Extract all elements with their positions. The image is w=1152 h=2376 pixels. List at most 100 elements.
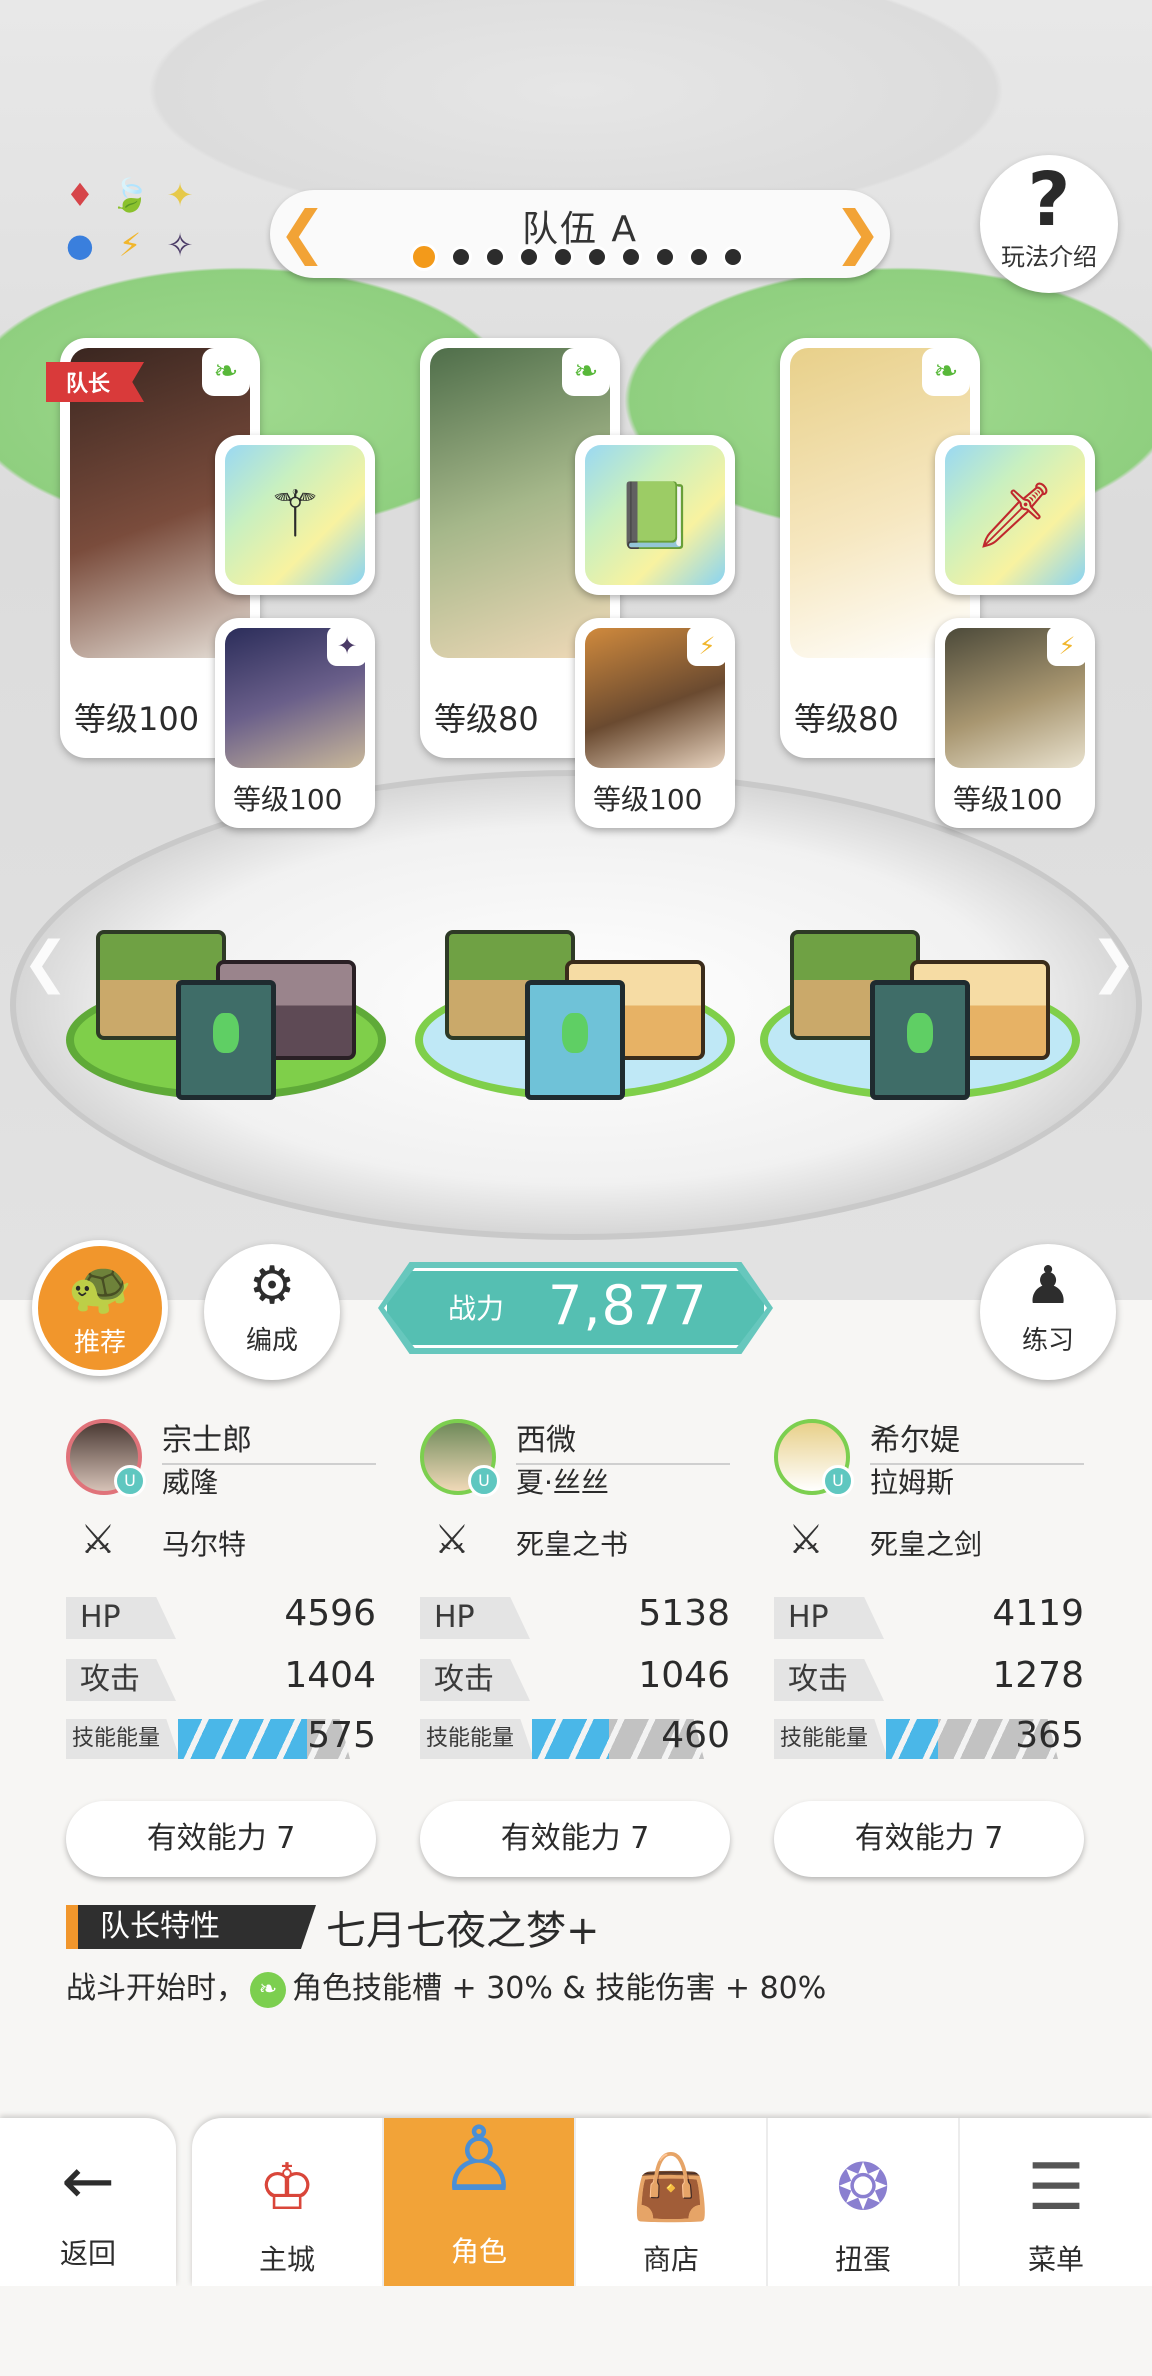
thunder-element-icon: ⚡ — [118, 226, 142, 264]
team-dot[interactable] — [552, 246, 574, 268]
character-header[interactable]: U 希尔媞 拉姆斯 — [774, 1415, 1084, 1507]
character-pedestal-1[interactable] — [66, 900, 386, 1100]
menu-list-icon: ☰ — [1027, 2151, 1085, 2225]
team-dot[interactable] — [654, 246, 676, 268]
team-dot[interactable] — [518, 246, 540, 268]
help-label: 玩法介绍 — [1001, 243, 1097, 271]
sub-character-name: 拉姆斯 — [870, 1466, 955, 1499]
team-dot[interactable] — [620, 246, 642, 268]
team-dot[interactable] — [722, 246, 744, 268]
team-dot[interactable] — [450, 246, 472, 268]
scroll-right-chevron-icon[interactable]: ❯ — [1090, 930, 1137, 995]
system-bar-area — [0, 2286, 1152, 2376]
leader-trait-description: 战斗开始时， ❧ 角色技能槽 + 30% & 技能伤害 + 80% — [66, 1963, 826, 2008]
light-element-icon: ✦ — [166, 176, 194, 214]
skill-energy-value: 365 — [1015, 1715, 1084, 1756]
sub-character-name: 威隆 — [162, 1466, 219, 1499]
nav-item-menu[interactable]: ☰ 菜单 — [960, 2118, 1152, 2286]
leaf-element-icon: ❧ — [250, 1971, 286, 2008]
skill-energy-stat: 技能能量 460 — [420, 1715, 730, 1763]
sub-character-card-1[interactable]: ✦ 等级100 — [215, 618, 375, 828]
effective-ability-button[interactable]: 有效能力 7 — [66, 1801, 376, 1877]
skill-energy-value: 460 — [661, 1715, 730, 1756]
effective-ability-button[interactable]: 有效能力 7 — [774, 1801, 1084, 1877]
fire-element-icon: ♦ — [65, 176, 95, 214]
character-pedestal-2[interactable] — [415, 900, 735, 1100]
weapon-row[interactable]: ⚔ 死皇之书 — [420, 1511, 730, 1581]
leader-trait-name: 七月七夜之梦+ — [326, 1908, 600, 1954]
back-arrow-icon: ← — [61, 2145, 115, 2219]
leader-trait-tag: 队长特性 — [66, 1905, 316, 1949]
trait-desc-suffix: 角色技能槽 + 30% & 技能伤害 + 80% — [292, 1971, 827, 2006]
nav-label: 角色 — [450, 2235, 507, 2268]
recommend-button[interactable]: 🐢 推荐 — [32, 1240, 168, 1376]
team-scene: ♦ 🍃 ✦ ● ⚡ ✧ ❮ 队伍 A ❯ ? 玩法介绍 ❧ 等级100 队长 ⚚… — [0, 0, 1152, 1300]
power-label: 战力 — [448, 1292, 505, 1325]
skill-energy-value: 575 — [307, 1715, 376, 1756]
attack-value: 1404 — [284, 1655, 376, 1696]
character-header[interactable]: U 宗士郎 威隆 — [66, 1415, 376, 1507]
nav-item-gacha[interactable]: ❂ 扭蛋 — [768, 2118, 960, 2286]
staff-weapon-sprite — [525, 980, 625, 1100]
hp-stat: HP 5138 — [420, 1591, 730, 1643]
team-dot[interactable] — [484, 246, 506, 268]
water-element-icon: ● — [66, 226, 94, 264]
team-dot[interactable] — [586, 246, 608, 268]
back-button[interactable]: ← 返回 — [0, 2118, 176, 2286]
team-dot[interactable] — [688, 246, 710, 268]
leader-tag: 队长 — [46, 362, 145, 402]
dark-element-icon: ✧ — [166, 226, 194, 264]
hp-value: 5138 — [638, 1593, 730, 1634]
power-value: 7,877 — [548, 1274, 708, 1337]
character-name: 西微 — [516, 1415, 730, 1465]
character-info-column-1: U 宗士郎 威隆 ⚔ 马尔特 HP 4596 攻击 1404 技能能量 575 … — [66, 1415, 376, 1877]
recommend-icon: 🐢 — [67, 1258, 133, 1318]
skill-energy-fill — [178, 1719, 307, 1759]
attack-label: 攻击 — [774, 1659, 884, 1701]
weapon-slot-2[interactable]: 📗 — [575, 435, 735, 595]
practice-button[interactable]: ♟ 练习 — [980, 1244, 1116, 1380]
back-label: 返回 — [59, 2237, 116, 2270]
hp-label: HP — [66, 1597, 176, 1639]
weapon-row[interactable]: ⚔ 死皇之剑 — [774, 1511, 1084, 1581]
nav-item-home[interactable]: ♔ 主城 — [192, 2118, 384, 2286]
home-city-icon: ♔ — [258, 2151, 316, 2225]
team-dot[interactable] — [410, 243, 438, 271]
bottom-nav: ♔ 主城 ♙ 角色 👜 商店 ❂ 扭蛋 ☰ 菜单 — [192, 2107, 1152, 2286]
character-info-column-3: U 希尔媞 拉姆斯 ⚔ 死皇之剑 HP 4119 攻击 1278 技能能量 36… — [774, 1415, 1084, 1877]
weapon-row[interactable]: ⚔ 马尔特 — [66, 1511, 376, 1581]
nav-item-characters[interactable]: ♙ 角色 — [384, 2107, 576, 2286]
sub-character-card-2[interactable]: ⚡ 等级100 — [575, 618, 735, 828]
cleaver-weapon-icon: 🗡 — [945, 445, 1085, 585]
team-power-banner: 战力 7,877 — [378, 1262, 773, 1354]
skill-energy-label: 技能能量 — [66, 1719, 180, 1759]
avatar: U — [774, 1419, 854, 1497]
nav-item-shop[interactable]: 👜 商店 — [576, 2118, 768, 2286]
weapon-icon: ⚔ — [788, 1517, 824, 1563]
formation-button[interactable]: ⚙ 编成 — [204, 1244, 340, 1380]
weapon-slot-3[interactable]: 🗡 — [935, 435, 1095, 595]
next-team-arrow-icon[interactable]: ❯ — [833, 203, 882, 261]
character-level: 等级100 — [233, 783, 343, 816]
nav-label: 扭蛋 — [834, 2243, 891, 2276]
character-header[interactable]: U 西微 夏·丝丝 — [420, 1415, 730, 1507]
skill-energy-fill — [532, 1719, 610, 1759]
sub-character-card-3[interactable]: ⚡ 等级100 — [935, 618, 1095, 828]
weapon-name: 马尔特 — [162, 1528, 247, 1561]
help-button[interactable]: ? 玩法介绍 — [980, 155, 1118, 293]
trait-desc-prefix: 战斗开始时， — [66, 1971, 246, 2006]
weapon-name: 死皇之剑 — [870, 1528, 983, 1561]
recommend-label: 推荐 — [73, 1328, 126, 1358]
attack-stat: 攻击 1046 — [420, 1653, 730, 1705]
team-name: 队伍 A — [521, 209, 639, 250]
scroll-left-chevron-icon[interactable]: ❮ — [22, 930, 69, 995]
effective-ability-button[interactable]: 有效能力 7 — [420, 1801, 730, 1877]
weapon-slot-1[interactable]: ⚚ — [215, 435, 375, 595]
book-weapon-icon: 📗 — [585, 445, 725, 585]
element-filter[interactable]: ♦ 🍃 ✦ ● ⚡ ✧ — [55, 175, 205, 265]
skill-energy-label: 技能能量 — [774, 1719, 888, 1759]
thunder-element-icon: ⚡ — [1047, 626, 1087, 666]
avatar: U — [66, 1419, 146, 1497]
character-pedestal-3[interactable] — [760, 900, 1080, 1100]
attack-stat: 攻击 1404 — [66, 1653, 376, 1705]
